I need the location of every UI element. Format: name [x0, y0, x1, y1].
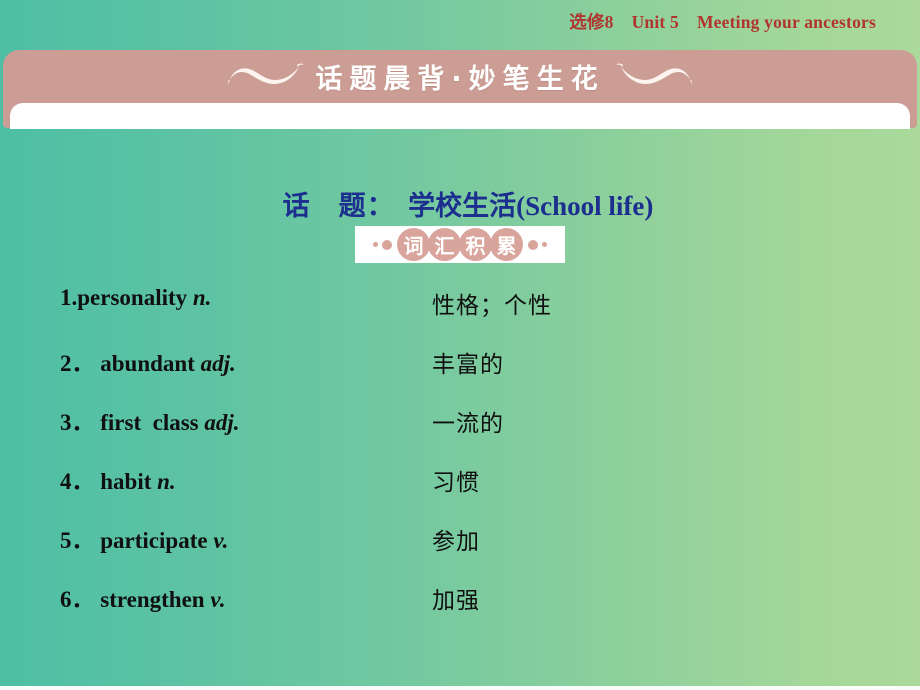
vocabulary-list: 1.personality n. 性格；个性 2． abundant adj. …: [0, 285, 920, 639]
list-item: 2． abundant adj. 丰富的: [0, 344, 920, 403]
word-english: 5． participate v.: [60, 521, 228, 555]
list-item: 5． participate v. 参加: [0, 521, 920, 580]
word-meaning: 参加: [432, 529, 480, 555]
word-pos: adj.: [200, 351, 236, 376]
word-term: strengthen: [94, 587, 211, 612]
badge-char-4: 累: [490, 228, 523, 261]
topic-value: 学校生活(School life): [408, 191, 654, 221]
slide-canvas: 选修8 Unit 5 Meeting your ancestors 话题晨背·妙笔生…: [0, 0, 920, 690]
word-meaning: 丰富的: [432, 352, 504, 378]
word-english: 1.personality n.: [60, 285, 211, 311]
word-meaning: 一流的: [432, 411, 504, 437]
word-pos: adj.: [204, 410, 240, 435]
bottom-white-strip: [0, 686, 920, 690]
word-term: first class: [94, 410, 205, 435]
header-lesson-label: Meeting your ancestors: [696, 11, 876, 32]
word-term: habit: [94, 469, 158, 494]
wave-flourish-ornament-left-icon: [227, 59, 305, 94]
word-pos: n.: [192, 285, 212, 310]
word-meaning: 性格；个性: [432, 293, 552, 319]
slide-header: 选修8 Unit 5 Meeting your ancestors: [0, 0, 920, 42]
list-item: 3． first class adj. 一流的: [0, 403, 920, 462]
list-item: 6． strengthen v. 加强: [0, 580, 920, 639]
word-number: 4．: [60, 469, 95, 494]
badge-char-2: 汇: [428, 228, 461, 261]
section-banner: 话题晨背·妙笔生花: [3, 50, 917, 129]
word-meaning: 习惯: [432, 470, 480, 496]
topic-spacer: [381, 191, 408, 221]
header-unit-label: Unit 5: [631, 11, 679, 32]
badge-dot-small-right-icon: [542, 242, 547, 247]
badge-dot-big-right-icon: [528, 239, 538, 250]
word-number: 3．: [60, 410, 95, 435]
word-term: participate: [94, 528, 214, 553]
word-number: 1.: [60, 285, 78, 310]
banner-white-strip: [10, 103, 910, 129]
header-line: 选修8 Unit 5 Meeting your ancestors: [569, 9, 876, 34]
word-meaning: 加强: [432, 588, 480, 614]
topic-label: 话 题：: [282, 191, 382, 221]
badge-dot-big-left-icon: [382, 239, 392, 250]
word-english: 3． first class adj.: [60, 403, 240, 437]
word-pos: v.: [210, 587, 226, 612]
wave-flourish-ornament-right-icon: [615, 59, 693, 94]
word-number: 5．: [60, 528, 95, 553]
badge-char-3: 积: [459, 228, 492, 261]
word-pos: v.: [213, 528, 229, 553]
list-item: 1.personality n. 性格；个性: [0, 285, 920, 344]
banner-title-text: 话题晨背·妙笔生花: [315, 64, 605, 95]
banner-title-row: 话题晨背·妙笔生花: [3, 50, 917, 103]
word-pos: n.: [157, 469, 176, 494]
word-number: 6．: [60, 587, 95, 612]
word-english: 4． habit n.: [60, 462, 176, 496]
list-item: 4． habit n. 习惯: [0, 462, 920, 521]
word-english: 2． abundant adj.: [60, 344, 236, 378]
word-term: personality: [77, 285, 193, 310]
word-english: 6． strengthen v.: [60, 580, 225, 614]
badge-dot-small-left-icon: [373, 242, 378, 247]
word-number: 2．: [60, 351, 95, 376]
vocab-accumulation-badge: 词 汇 积 累: [355, 226, 565, 263]
badge-char-1: 词: [397, 228, 430, 261]
word-term: abundant: [94, 351, 201, 376]
badge-character-circles: 词 汇 积 累: [397, 228, 523, 261]
header-book-label: 选修8: [569, 11, 614, 32]
